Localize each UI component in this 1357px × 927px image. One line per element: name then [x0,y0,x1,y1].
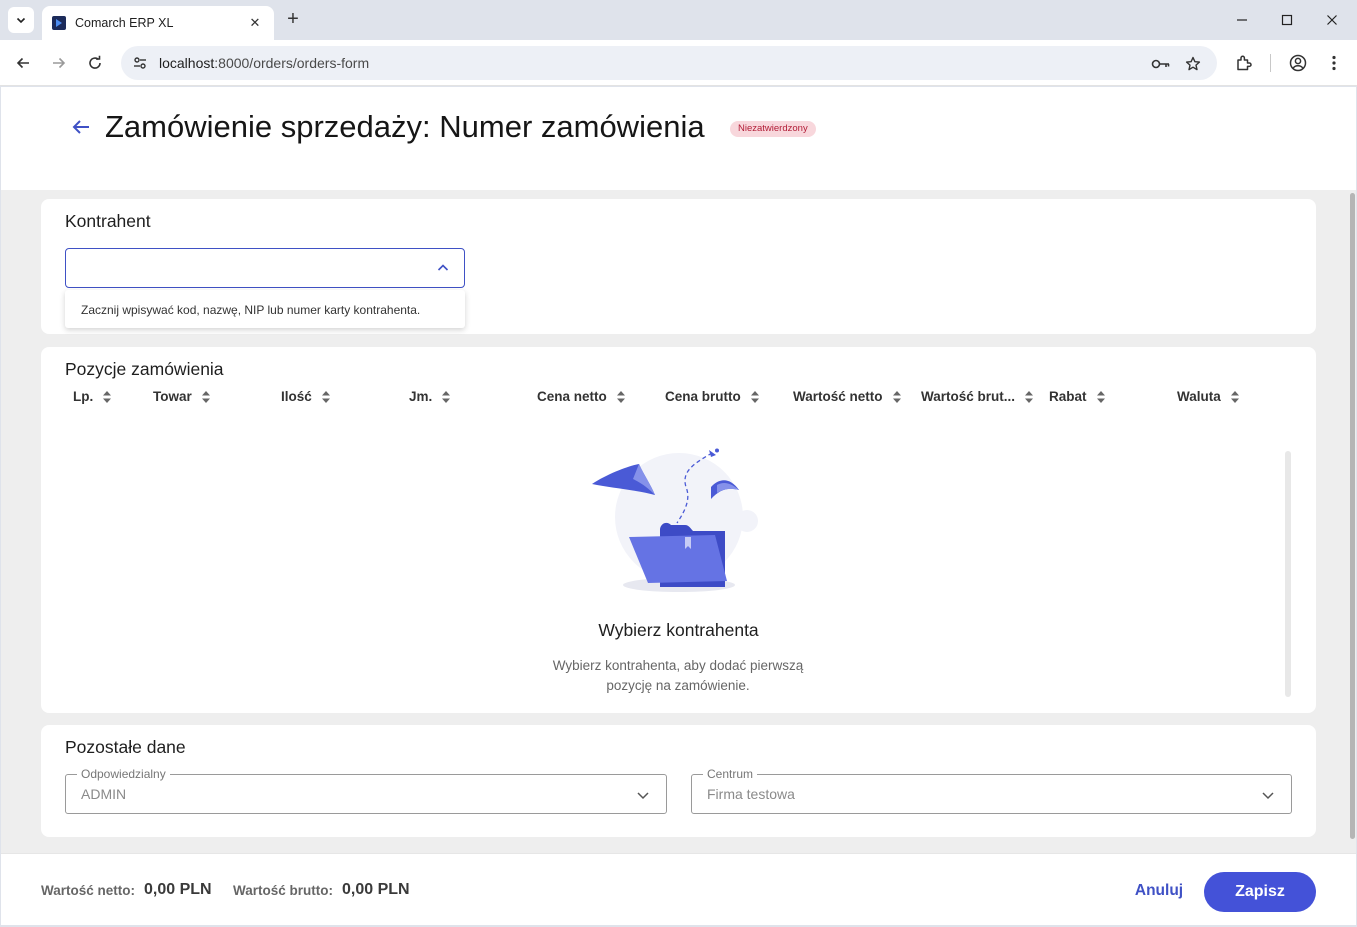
chevron-down-icon [637,792,649,800]
app-page: Zamówienie sprzedaży: Numer zamówienia N… [1,87,1356,925]
column-header-wartosc-brutto[interactable]: Wartość brut... [921,389,1034,404]
cancel-button[interactable]: Anuluj [1129,874,1189,908]
page-title: Zamówienie sprzedaży: Numer zamówienia [105,109,705,144]
column-header-towar[interactable]: Towar [153,389,211,404]
browser-menu-icon[interactable] [1323,52,1345,74]
extensions-icon[interactable] [1233,52,1255,74]
sort-icon [892,390,901,403]
tune-icon [134,57,146,69]
center-value: Firma testowa [707,786,795,802]
other-data-card: Pozostałe dane Odpowiedzialny ADMIN Cent… [41,725,1316,837]
empty-state-title: Wybierz kontrahenta [598,620,759,640]
empty-state-description: Wybierz kontrahenta, aby dodać pierwszą … [552,658,804,693]
forward-button[interactable] [47,51,71,75]
close-icon [1327,15,1337,25]
address-bar[interactable]: localhost:8000/orders/orders-form [121,46,1217,80]
column-header-cena-brutto[interactable]: Cena brutto [665,389,760,404]
net-value-amount: 0,00 PLN [144,881,212,898]
tab-search-button[interactable] [8,7,34,33]
empty-folder-illustration [592,448,758,592]
chevron-down-icon [1262,792,1274,800]
contractor-select[interactable] [65,248,465,288]
column-header-waluta[interactable]: Waluta [1177,389,1240,404]
maximize-button[interactable] [1275,9,1299,31]
order-items-card: Pozycje zamówienia Lp. Towar Ilość Jm. C… [41,347,1316,713]
sort-icon [1025,390,1034,403]
maximize-icon [1281,14,1293,26]
back-button[interactable] [11,51,35,75]
new-tab-button[interactable]: + [282,9,304,31]
summary-footer: Wartość netto: 0,00 PLN Wartość brutto: … [1,853,1356,925]
arrow-left-icon [72,120,89,134]
column-header-jm[interactable]: Jm. [409,389,451,404]
sort-icon [442,390,451,403]
center-select[interactable]: Centrum Firma testowa [691,767,1292,814]
sort-icon [1230,390,1239,403]
browser-tab-bar: Comarch ERP XL ✕ + [0,0,1357,40]
contractor-card: Kontrahent Zacznij wpisywać kod, nazwę, … [41,199,1316,334]
sort-icon [103,390,112,403]
column-header-rabat[interactable]: Rabat [1049,389,1106,404]
contractor-section-title: Kontrahent [65,211,151,231]
column-header-ilosc[interactable]: Ilość [281,389,331,404]
site-info-button[interactable] [123,46,157,80]
chevron-down-icon [16,17,26,24]
close-tab-icon[interactable]: ✕ [246,15,264,31]
net-value-label: Wartość netto: [41,883,135,898]
bookmark-star-icon[interactable] [1183,54,1203,74]
status-badge: Niezatwierdzony [730,121,816,137]
column-header-cena-netto[interactable]: Cena netto [537,389,626,404]
column-header-lp[interactable]: Lp. [73,389,112,404]
minimize-icon [1237,19,1247,21]
toolbar-divider [1270,54,1271,72]
responsible-value: ADMIN [81,786,127,802]
page-scrollbar[interactable] [1350,193,1355,839]
back-arrow-button[interactable] [69,115,93,139]
center-label: Centrum [703,767,758,781]
sort-icon [1096,390,1105,403]
column-header-wartosc-netto[interactable]: Wartość netto [793,389,902,404]
reload-icon [89,55,101,69]
items-list-scrollbar[interactable] [1285,451,1291,697]
order-items-section-title: Pozycje zamówienia [65,359,224,379]
comarch-logo-icon [52,16,66,30]
reload-button[interactable] [83,51,107,75]
gross-value-amount: 0,00 PLN [342,881,410,898]
minimize-button[interactable] [1230,9,1254,31]
sort-icon [750,390,759,403]
sort-icon [616,390,625,403]
other-data-section-title: Pozostałe dane [65,737,186,757]
password-key-icon[interactable] [1151,54,1171,74]
sort-icon [321,390,330,403]
responsible-label: Odpowiedzialny [77,767,170,781]
gross-value-label: Wartość brutto: [233,883,333,898]
profile-avatar-icon[interactable] [1287,52,1309,74]
chevron-up-icon[interactable] [436,261,450,275]
page-header: Zamówienie sprzedaży: Numer zamówienia N… [1,87,1356,190]
save-button[interactable]: Zapisz [1204,872,1316,912]
responsible-select[interactable]: Odpowiedzialny ADMIN [65,767,667,814]
sort-icon [201,390,210,403]
browser-toolbar: localhost:8000/orders/orders-form [0,40,1357,86]
arrow-right-icon [53,57,66,69]
arrow-left-icon [16,57,29,69]
tab-title: Comarch ERP XL [75,16,174,30]
browser-tab[interactable]: Comarch ERP XL ✕ [42,6,274,40]
url-text: localhost:8000/orders/orders-form [159,55,370,71]
close-window-button[interactable] [1320,9,1344,31]
contractor-dropdown-hint: Zacznij wpisywać kod, nazwę, NIP lub num… [65,290,465,328]
